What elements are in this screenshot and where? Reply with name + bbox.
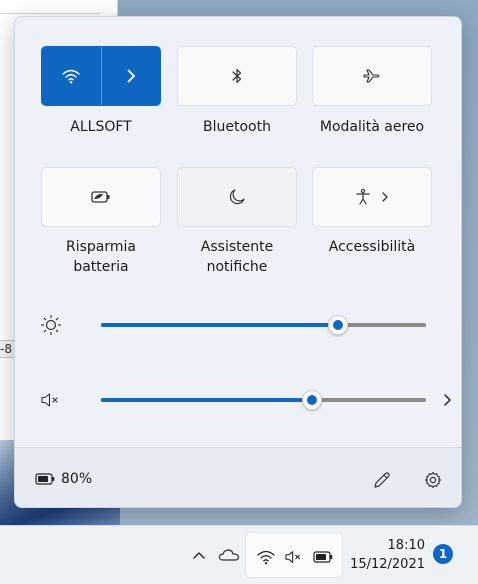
focus-assist-label-line2: notifiche (206, 259, 268, 275)
bluetooth-tile-label: Bluetooth (203, 119, 271, 135)
clock-date: 15/12/2021 (350, 557, 425, 572)
battery-icon (313, 551, 333, 563)
taskbar-clock[interactable]: 18:10 15/12/2021 (350, 536, 425, 574)
chevron-right-icon (382, 192, 388, 202)
battery-status[interactable]: 80% (35, 468, 92, 490)
battery-saver-icon (91, 191, 110, 203)
focus-assist-tile[interactable] (177, 167, 297, 227)
accessibility-tile[interactable] (312, 167, 432, 227)
clock-time: 18:10 (387, 538, 425, 553)
airplane-mode-tile-label: Modalità aereo (319, 119, 425, 135)
volume-slider-track[interactable] (101, 398, 426, 402)
cloud-icon (218, 549, 240, 561)
focus-assist-label-line1: Assistente (200, 239, 274, 255)
battery-saver-label-line1: Risparmia (66, 239, 136, 255)
notification-count-badge[interactable]: 1 (433, 544, 453, 564)
wifi-icon (257, 550, 275, 565)
wifi-toggle-button[interactable] (42, 47, 101, 105)
wifi-tile-label: ALLSOFT (70, 119, 132, 135)
taskbar: 18:10 15/12/2021 1 (0, 525, 478, 584)
battery-icon (35, 473, 55, 485)
quick-settings-footer: 80% (15, 447, 461, 507)
battery-percentage: 80% (61, 471, 93, 487)
speaker-muted-icon (285, 551, 300, 563)
battery-saver-tile[interactable] (41, 167, 161, 227)
battery-saver-label-line2: batteria (73, 259, 129, 275)
chevron-right-icon (444, 394, 451, 406)
quick-settings-flyout: ALLSOFT Bluetooth Modalità aereo Risparm… (14, 16, 462, 508)
chevron-right-icon (127, 69, 135, 83)
speaker-muted-icon[interactable] (39, 388, 63, 412)
gear-icon (424, 471, 442, 489)
airplane-icon (363, 69, 380, 83)
wifi-networks-button[interactable] (100, 47, 160, 105)
accessibility-icon (356, 188, 370, 205)
accessibility-tile-label: Accessibilità (328, 239, 416, 255)
brightness-slider-fill (101, 323, 339, 327)
edit-quick-settings-button[interactable] (368, 466, 396, 494)
volume-slider-thumb[interactable] (302, 390, 323, 410)
volume-slider-fill (101, 398, 313, 402)
volume-slider-row (39, 385, 451, 415)
quick-settings-tray-button[interactable] (245, 532, 343, 578)
pencil-icon (374, 472, 390, 488)
show-hidden-icons-button[interactable] (188, 543, 210, 567)
brightness-slider-track[interactable] (101, 323, 426, 327)
focus-assist-tile-label: Assistente notifiche (167, 237, 307, 277)
background-window-toolbar (0, 0, 100, 14)
onedrive-tray-button[interactable] (216, 543, 242, 567)
quick-settings-tiles: ALLSOFT Bluetooth Modalità aereo Risparm… (15, 17, 461, 447)
audio-output-button[interactable] (437, 390, 457, 410)
bluetooth-tile[interactable] (177, 46, 297, 106)
airplane-mode-tile[interactable] (312, 46, 432, 106)
chevron-up-icon (193, 552, 205, 559)
brightness-slider-row (39, 310, 439, 340)
wifi-tile (41, 46, 161, 106)
settings-button[interactable] (419, 466, 447, 494)
battery-saver-tile-label: Risparmia batteria (31, 237, 171, 277)
background-window-text: -8 (0, 342, 12, 356)
wifi-icon (62, 69, 81, 84)
brightness-slider-thumb[interactable] (328, 315, 349, 335)
moon-icon (229, 189, 245, 205)
brightness-icon (39, 313, 63, 337)
bluetooth-icon (232, 68, 242, 84)
